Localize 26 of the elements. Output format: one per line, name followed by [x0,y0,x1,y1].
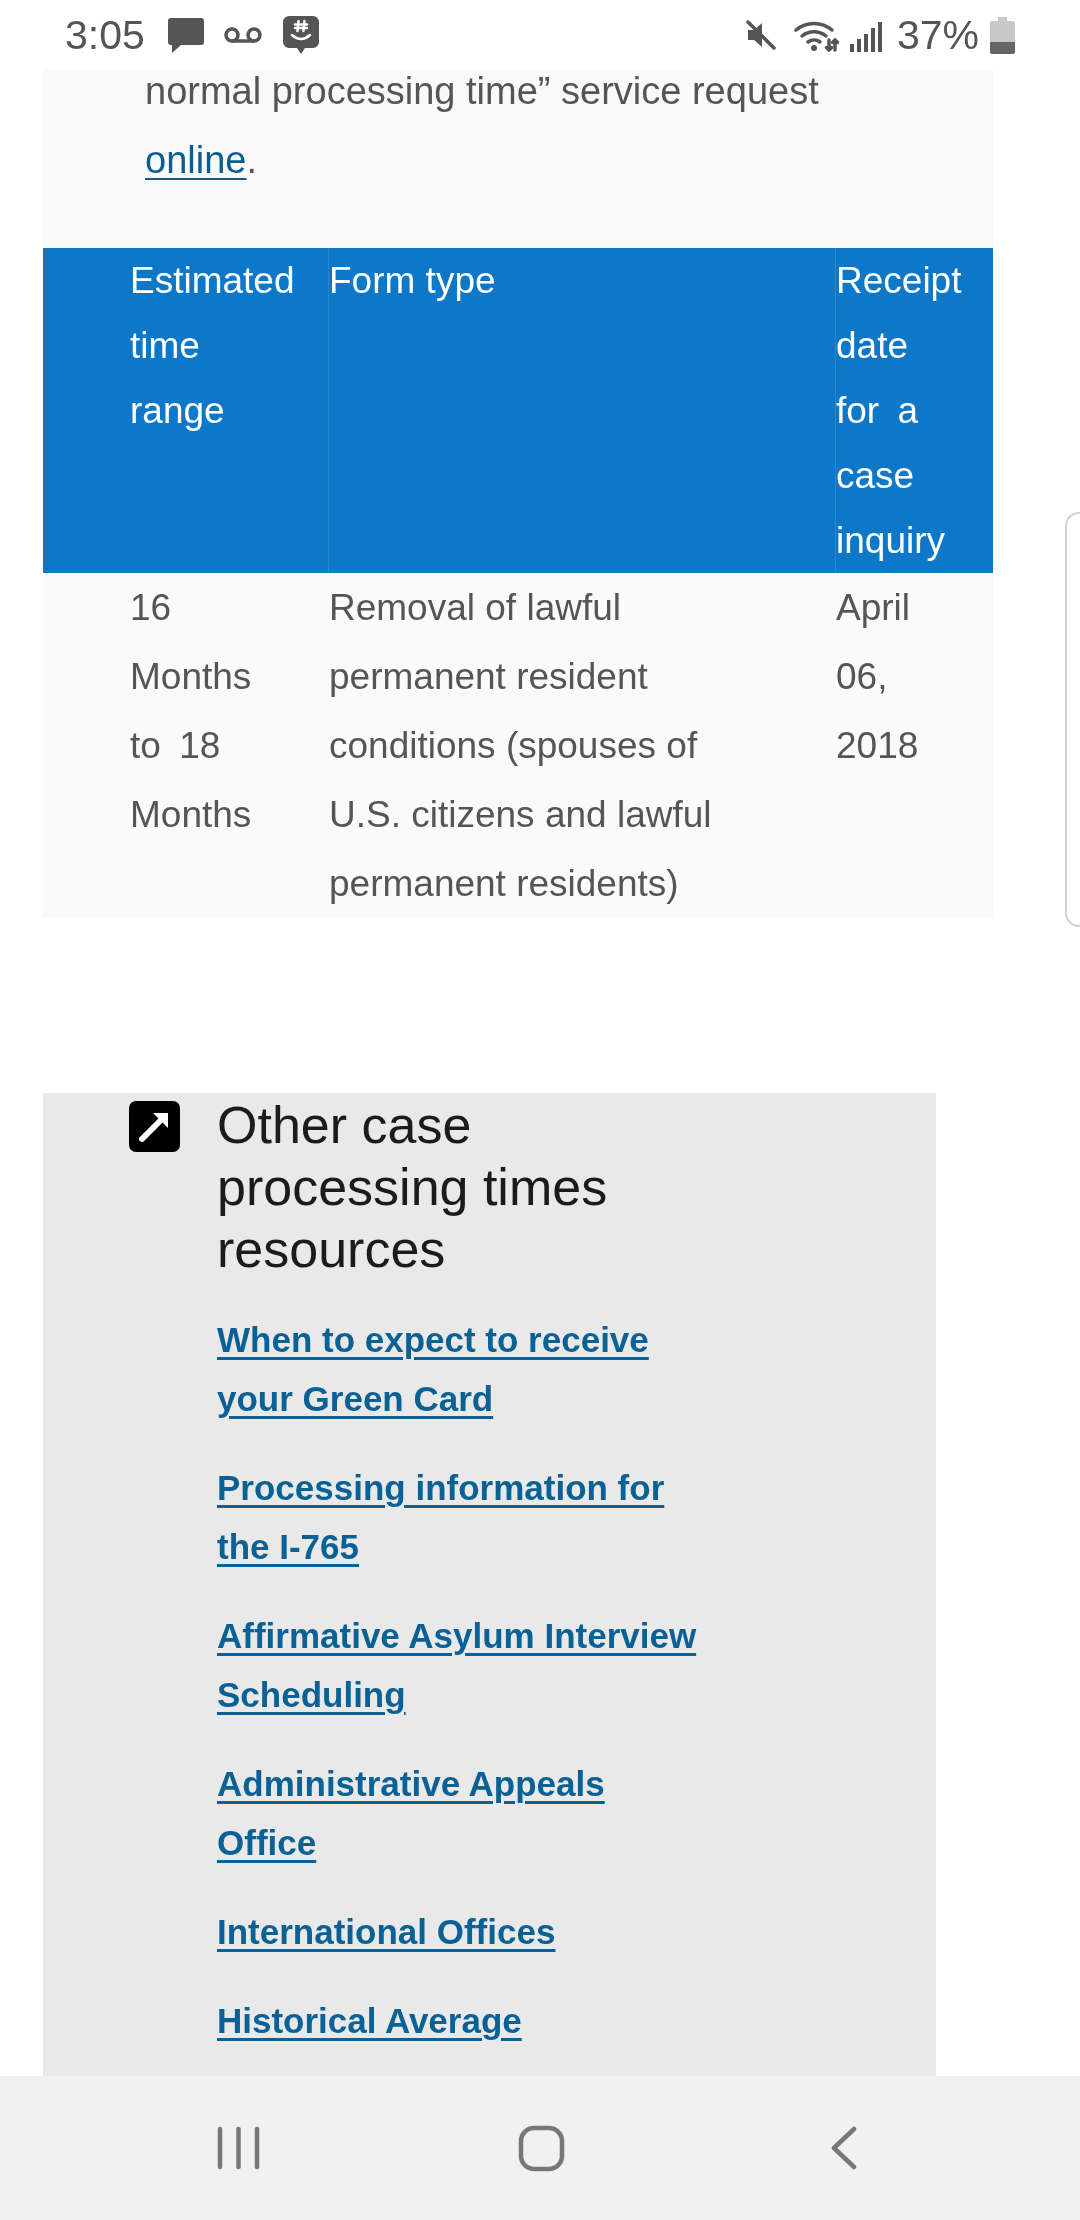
back-button[interactable] [830,2126,857,2170]
battery-percentage: 37% [896,14,979,56]
home-button[interactable] [518,2124,565,2172]
resource-link[interactable]: When to expect to receive your Green Card [217,1310,706,1428]
table-cell: April 06, 2018 [835,573,993,918]
column-header: Receipt date for a case inquiry [835,248,993,573]
column-header: Form type [328,248,835,573]
mute-icon [743,18,778,52]
resource-link[interactable]: International Offices [217,1902,556,1961]
table-cell: 16 Months to 18 Months [43,573,328,918]
column-header: Estimated time range [43,248,328,573]
resource-link[interactable]: Administrative Appeals Office [217,1754,706,1872]
section-heading: Other case processing times resources [217,1095,609,1280]
intro-text: normal processing time” service request online. [145,70,819,181]
edge-panel-handle[interactable] [1065,512,1080,927]
resource-link[interactable]: Processing information for the I-765 [217,1458,706,1576]
resource-link[interactable]: Affirmative Asylum Interview Scheduling [217,1606,706,1724]
recent-apps-button[interactable] [217,2126,260,2170]
text-link[interactable]: online [145,139,247,181]
resource-link[interactable]: Historical Average [217,1991,522,2050]
battery-icon [990,16,1015,54]
status-time: 3:05 [65,14,145,56]
voicemail-icon [223,27,262,43]
smiley-chat-icon [282,16,319,54]
table-cell: Removal of lawful permanent resident conditions (spouses of U.S. citizens and lawful permanent residents) [328,573,835,918]
message-icon [166,17,205,53]
